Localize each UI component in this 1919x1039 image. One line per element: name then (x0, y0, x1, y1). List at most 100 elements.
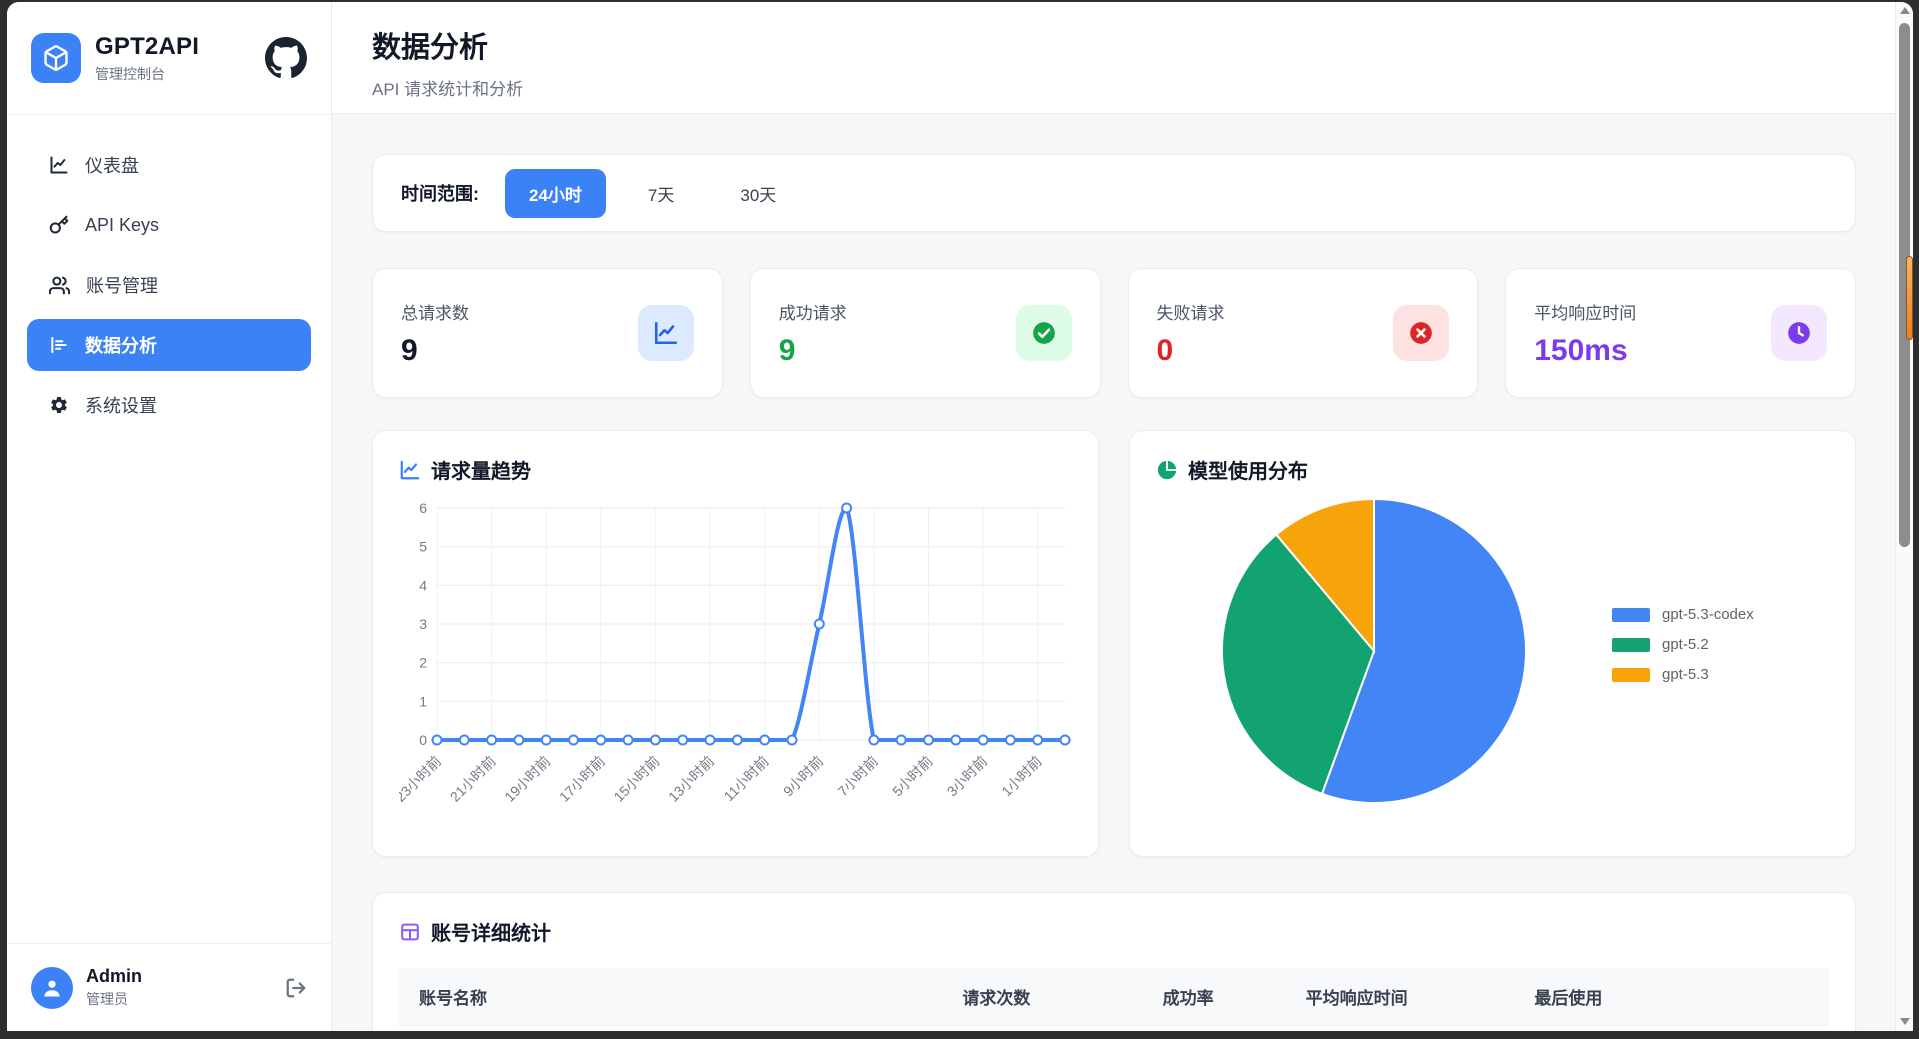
legend-item: gpt-5.2 (1612, 636, 1754, 653)
content: 时间范围: 24小时 7天 30天 总请求数 9 (332, 114, 1896, 1031)
stat-card-failed-requests: 失败请求 0 (1128, 268, 1479, 398)
svg-text:2: 2 (419, 655, 427, 671)
users-icon (49, 275, 70, 296)
check-circle-icon (1016, 305, 1072, 361)
svg-text:3小时前: 3小时前 (944, 753, 991, 800)
app-logo: GPT2API 管理控制台 (7, 2, 331, 115)
legend-item: gpt-5.3 (1612, 666, 1754, 683)
card-title-text: 账号详细统计 (431, 917, 551, 946)
column-header-requests: 请求次数 (942, 968, 1142, 1026)
card-title-text: 模型使用分布 (1188, 455, 1308, 484)
column-header-last-used: 最后使用 (1514, 968, 1829, 1026)
key-icon (49, 215, 69, 235)
gear-icon (49, 395, 69, 415)
charts-row: 请求量趋势 012345623小时前21小时前19小时前17小时前15小时前13… (372, 430, 1856, 857)
account-stats-title: 账号详细统计 (399, 917, 1829, 946)
svg-text:0: 0 (419, 732, 427, 748)
request-trend-card: 请求量趋势 012345623小时前21小时前19小时前17小时前15小时前13… (372, 430, 1099, 857)
sidebar-item-dashboard[interactable]: 仪表盘 (27, 139, 311, 191)
account-stats-card: 账号详细统计 账号名称 请求次数 成功率 平均响应时间 最后使用 (372, 892, 1856, 1031)
vertical-scrollbar[interactable] (1895, 2, 1913, 1031)
legend-label: gpt-5.3-codex (1662, 606, 1754, 623)
stat-value: 9 (401, 334, 469, 368)
stat-label: 成功请求 (779, 299, 847, 324)
svg-text:9小时前: 9小时前 (780, 753, 827, 800)
scrollbar-up-arrow[interactable] (1900, 7, 1910, 14)
legend-swatch (1612, 608, 1650, 622)
svg-text:6: 6 (419, 500, 427, 516)
sidebar-nav: 仪表盘 API Keys 账号管理 数据分析 (7, 115, 331, 431)
page-title: 数据分析 (372, 24, 1896, 66)
sidebar-item-analytics[interactable]: 数据分析 (27, 319, 311, 371)
scrollbar-marker (1906, 256, 1913, 340)
svg-text:4: 4 (419, 577, 427, 593)
nav-label: 数据分析 (85, 332, 157, 358)
svg-text:17小时前: 17小时前 (556, 753, 608, 805)
nav-label: 账号管理 (86, 272, 158, 298)
stat-value: 150ms (1534, 334, 1636, 368)
main-area: 数据分析 API 请求统计和分析 时间范围: 24小时 7天 30天 总请求数 … (332, 2, 1896, 1031)
clock-icon (1771, 305, 1827, 361)
request-trend-title: 请求量趋势 (399, 455, 1072, 484)
app-title-block: GPT2API 管理控制台 (95, 33, 199, 84)
stat-card-total-requests: 总请求数 9 (372, 268, 723, 398)
time-range-30d-button[interactable]: 30天 (716, 169, 800, 218)
user-role: 管理员 (86, 989, 142, 1009)
pie-legend: gpt-5.3-codex gpt-5.2 gpt-5.3 (1612, 606, 1754, 696)
bar-chart-icon (49, 335, 69, 355)
pie-chart (1156, 484, 1596, 818)
stat-text: 平均响应时间 150ms (1534, 299, 1636, 368)
cube-logo-icon (31, 33, 81, 83)
model-distribution-title: 模型使用分布 (1156, 455, 1829, 484)
sidebar-item-settings[interactable]: 系统设置 (27, 379, 311, 431)
card-title-text: 请求量趋势 (431, 455, 531, 484)
sidebar: GPT2API 管理控制台 仪表盘 API Keys (7, 2, 332, 1031)
github-icon[interactable] (265, 37, 307, 79)
legend-swatch (1612, 668, 1650, 682)
app-window: GPT2API 管理控制台 仪表盘 API Keys (7, 2, 1913, 1031)
stat-value: 9 (779, 334, 847, 368)
scrollbar-down-arrow[interactable] (1900, 1018, 1910, 1025)
page-header: 数据分析 API 请求统计和分析 (332, 2, 1896, 114)
chart-line-icon (399, 459, 421, 481)
svg-text:21小时前: 21小时前 (447, 753, 499, 805)
legend-label: gpt-5.3 (1662, 666, 1709, 683)
stat-label: 平均响应时间 (1534, 299, 1636, 324)
legend-item: gpt-5.3-codex (1612, 606, 1754, 623)
stat-card-avg-response-time: 平均响应时间 150ms (1505, 268, 1856, 398)
app-subtitle: 管理控制台 (95, 64, 199, 84)
svg-text:1: 1 (419, 693, 427, 709)
sidebar-item-accounts[interactable]: 账号管理 (27, 259, 311, 311)
line-chart: 012345623小时前21小时前19小时前17小时前15小时前13小时前11小… (399, 494, 1077, 826)
model-distribution-card: 模型使用分布 gpt-5.3-codex gpt-5.2 (1129, 430, 1856, 857)
svg-text:3: 3 (419, 616, 427, 632)
legend-swatch (1612, 638, 1650, 652)
svg-text:23小时前: 23小时前 (399, 753, 444, 805)
stat-text: 成功请求 9 (779, 299, 847, 368)
stats-row: 总请求数 9 成功请求 9 (372, 268, 1856, 398)
svg-text:19小时前: 19小时前 (501, 753, 553, 805)
time-range-24h-button[interactable]: 24小时 (505, 169, 606, 218)
account-stats-table: 账号名称 请求次数 成功率 平均响应时间 最后使用 (399, 968, 1829, 1026)
svg-text:5: 5 (419, 539, 427, 555)
table-header-row: 账号名称 请求次数 成功率 平均响应时间 最后使用 (399, 968, 1829, 1026)
svg-text:15小时前: 15小时前 (610, 753, 662, 805)
app-title: GPT2API (95, 33, 199, 61)
pie-chart-icon (1156, 459, 1178, 481)
user-avatar (31, 967, 73, 1009)
user-meta: Admin 管理员 (86, 966, 142, 1009)
pie-chart-area: gpt-5.3-codex gpt-5.2 gpt-5.3 (1156, 484, 1829, 818)
user-name: Admin (86, 966, 142, 987)
stat-text: 总请求数 9 (401, 299, 469, 368)
legend-label: gpt-5.2 (1662, 636, 1709, 653)
sidebar-item-api-keys[interactable]: API Keys (27, 199, 311, 251)
svg-text:1小时前: 1小时前 (998, 753, 1045, 800)
nav-label: 系统设置 (85, 392, 157, 418)
time-range-label: 时间范围: (401, 180, 479, 206)
user-block: Admin 管理员 (7, 943, 331, 1031)
logout-icon[interactable] (285, 977, 307, 999)
time-range-7d-button[interactable]: 7天 (624, 169, 698, 218)
stat-value: 0 (1157, 334, 1225, 368)
svg-text:5小时前: 5小时前 (889, 753, 936, 800)
table-icon (399, 921, 421, 943)
